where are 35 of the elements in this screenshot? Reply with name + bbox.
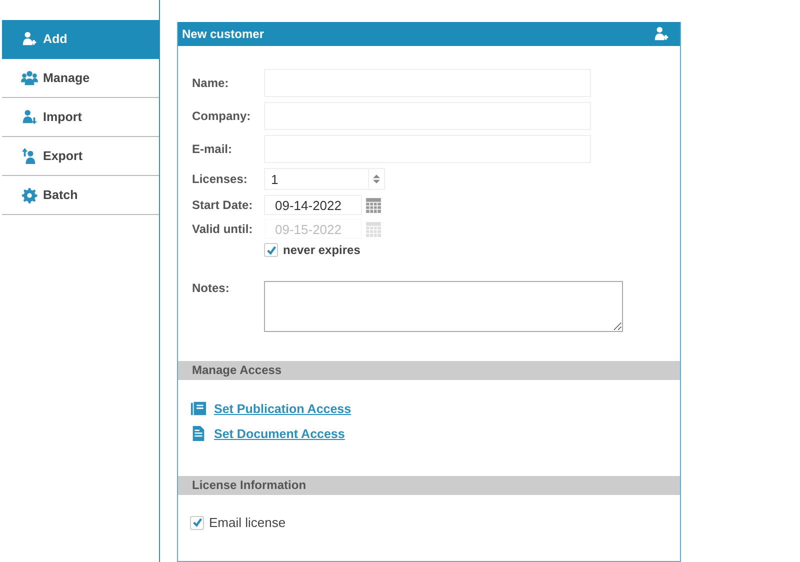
field-label: Start Date: bbox=[192, 198, 254, 212]
link[interactable]: Set Publication Access bbox=[214, 402, 352, 416]
date-field[interactable]: 09-14-2022 bbox=[264, 195, 362, 215]
field-label: E-mail: bbox=[192, 142, 234, 156]
number-field[interactable]: 1 bbox=[264, 168, 385, 190]
sidebar-item[interactable]: Add bbox=[2, 20, 159, 59]
calendar-icon[interactable] bbox=[365, 196, 382, 214]
panel-title: New customer bbox=[182, 27, 264, 41]
field-label: Notes: bbox=[192, 281, 230, 295]
sidebar-item[interactable]: Export bbox=[2, 137, 159, 176]
sidebar-item[interactable]: Import bbox=[2, 98, 159, 137]
field-label: Name: bbox=[192, 76, 230, 90]
section-header: Manage Access bbox=[178, 361, 680, 380]
checkbox[interactable] bbox=[264, 243, 278, 257]
field-label: Valid until: bbox=[192, 222, 254, 236]
people-icon bbox=[21, 70, 38, 86]
field-label: Company: bbox=[192, 109, 252, 123]
book-icon bbox=[190, 400, 207, 417]
section-header: License Information bbox=[178, 476, 680, 495]
notes-field[interactable] bbox=[264, 281, 623, 332]
person-download-icon bbox=[21, 108, 38, 126]
checkbox-label: never expires bbox=[283, 243, 360, 257]
person-add-icon bbox=[21, 30, 38, 48]
checkbox[interactable] bbox=[190, 516, 204, 530]
sidebar-item[interactable]: Manage bbox=[2, 59, 159, 98]
document-icon bbox=[190, 425, 207, 442]
calendar-icon bbox=[365, 220, 382, 238]
person-upload-icon bbox=[21, 148, 38, 164]
checkbox-label: Email license bbox=[209, 515, 286, 530]
gear-icon bbox=[21, 186, 38, 204]
link[interactable]: Set Document Access bbox=[214, 426, 345, 440]
date-field: 09-15-2022 bbox=[264, 219, 362, 239]
field-label: Licenses: bbox=[192, 172, 248, 186]
sidebar-item[interactable]: Batch bbox=[2, 176, 159, 215]
person-add-icon bbox=[653, 26, 670, 42]
